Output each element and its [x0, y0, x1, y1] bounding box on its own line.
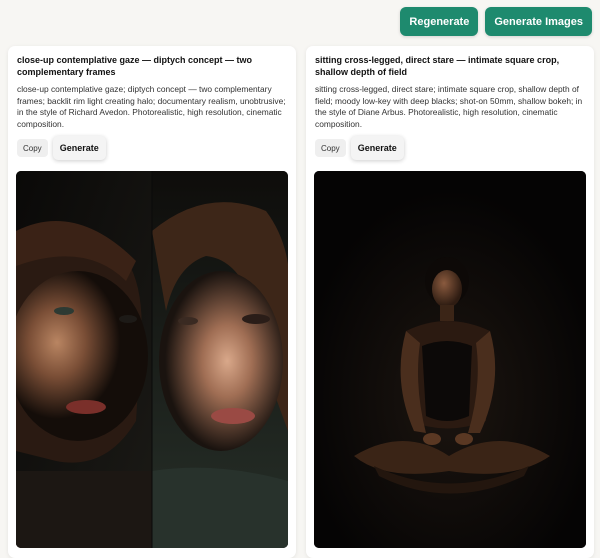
card-description: close-up contemplative gaze; diptych con…: [17, 84, 286, 129]
generate-button[interactable]: Generate: [350, 136, 404, 160]
top-toolbar: Regenerate Generate Images: [400, 7, 592, 36]
diptych-portrait-image: [16, 171, 288, 548]
card-actions: Copy Generate: [17, 136, 288, 160]
prompt-card: close-up contemplative gaze — diptych co…: [8, 46, 296, 558]
copy-button[interactable]: Copy: [315, 139, 346, 157]
card-title: sitting cross-legged, direct stare — int…: [315, 55, 560, 77]
card-title: close-up contemplative gaze — diptych co…: [17, 55, 253, 77]
generate-images-button[interactable]: Generate Images: [485, 7, 592, 36]
prompt-cards: close-up contemplative gaze — diptych co…: [8, 46, 594, 558]
seated-figure-image: [314, 171, 586, 548]
copy-button[interactable]: Copy: [17, 139, 48, 157]
prompt-card: sitting cross-legged, direct stare — int…: [306, 46, 594, 558]
generate-button[interactable]: Generate: [52, 136, 106, 160]
generated-image[interactable]: [314, 171, 586, 548]
card-actions: Copy Generate: [315, 136, 586, 160]
generated-image[interactable]: [16, 171, 288, 548]
card-description: sitting cross-legged, direct stare; inti…: [315, 84, 583, 129]
regenerate-button[interactable]: Regenerate: [400, 7, 479, 36]
